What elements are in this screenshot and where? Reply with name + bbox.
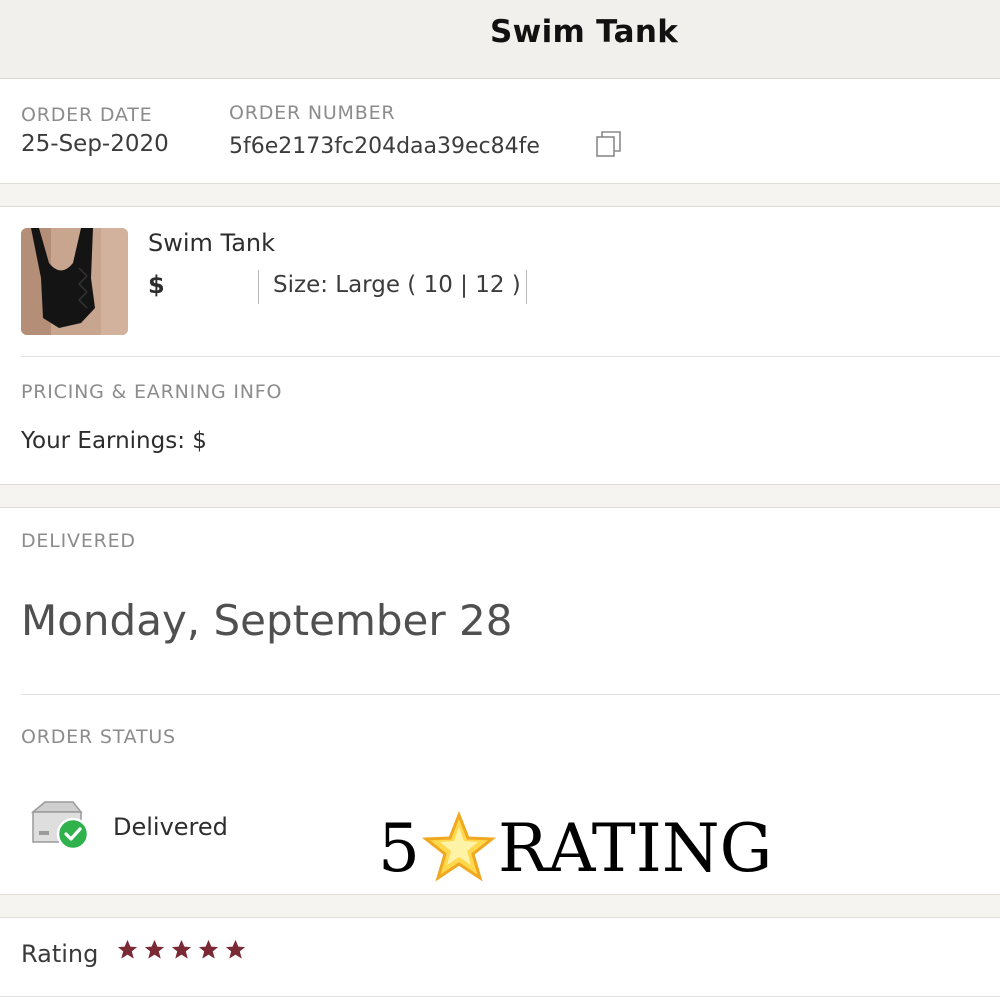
item-size: Size: Large ( 10 | 12 ) bbox=[273, 272, 521, 298]
separator bbox=[526, 270, 527, 304]
section-divider bbox=[0, 484, 1000, 508]
pricing-label: PRICING & EARNING INFO bbox=[21, 381, 283, 403]
section-divider bbox=[0, 183, 1000, 207]
item-title: Swim Tank bbox=[148, 229, 276, 257]
earnings-text: Your Earnings: $ bbox=[21, 428, 207, 454]
order-date-label: ORDER DATE bbox=[21, 104, 153, 126]
copy-icon[interactable] bbox=[595, 130, 623, 158]
page-title: Swim Tank bbox=[490, 14, 679, 50]
rating-stars bbox=[116, 938, 247, 961]
delivered-label: DELIVERED bbox=[21, 530, 136, 552]
overlay-text: RATING bbox=[498, 809, 773, 887]
sparkle-star-icon bbox=[422, 811, 496, 882]
order-status-value: Delivered bbox=[113, 813, 228, 841]
order-number-label: ORDER NUMBER bbox=[229, 102, 396, 124]
order-status-label: ORDER STATUS bbox=[21, 726, 176, 748]
delivered-date: Monday, September 28 bbox=[21, 596, 513, 645]
order-date-value: 25-Sep-2020 bbox=[21, 131, 169, 157]
rating-overlay: 5 RATING bbox=[378, 808, 772, 888]
product-thumbnail[interactable] bbox=[21, 228, 128, 335]
star-icon bbox=[198, 939, 219, 959]
item-price: $ bbox=[148, 271, 165, 299]
divider bbox=[0, 996, 1000, 997]
overlay-number: 5 bbox=[378, 809, 420, 887]
star-icon bbox=[225, 939, 246, 959]
divider bbox=[21, 694, 1000, 695]
star-icon bbox=[117, 939, 138, 959]
package-delivered-icon bbox=[30, 801, 90, 851]
separator bbox=[258, 270, 259, 304]
rating-label: Rating bbox=[21, 940, 99, 968]
order-number-value: 5f6e2173fc204daa39ec84fe bbox=[229, 134, 540, 159]
app-header: Swim Tank bbox=[0, 0, 1000, 79]
section-divider bbox=[0, 894, 1000, 918]
star-icon bbox=[171, 939, 192, 959]
divider bbox=[21, 356, 1000, 357]
star-icon bbox=[144, 939, 165, 959]
